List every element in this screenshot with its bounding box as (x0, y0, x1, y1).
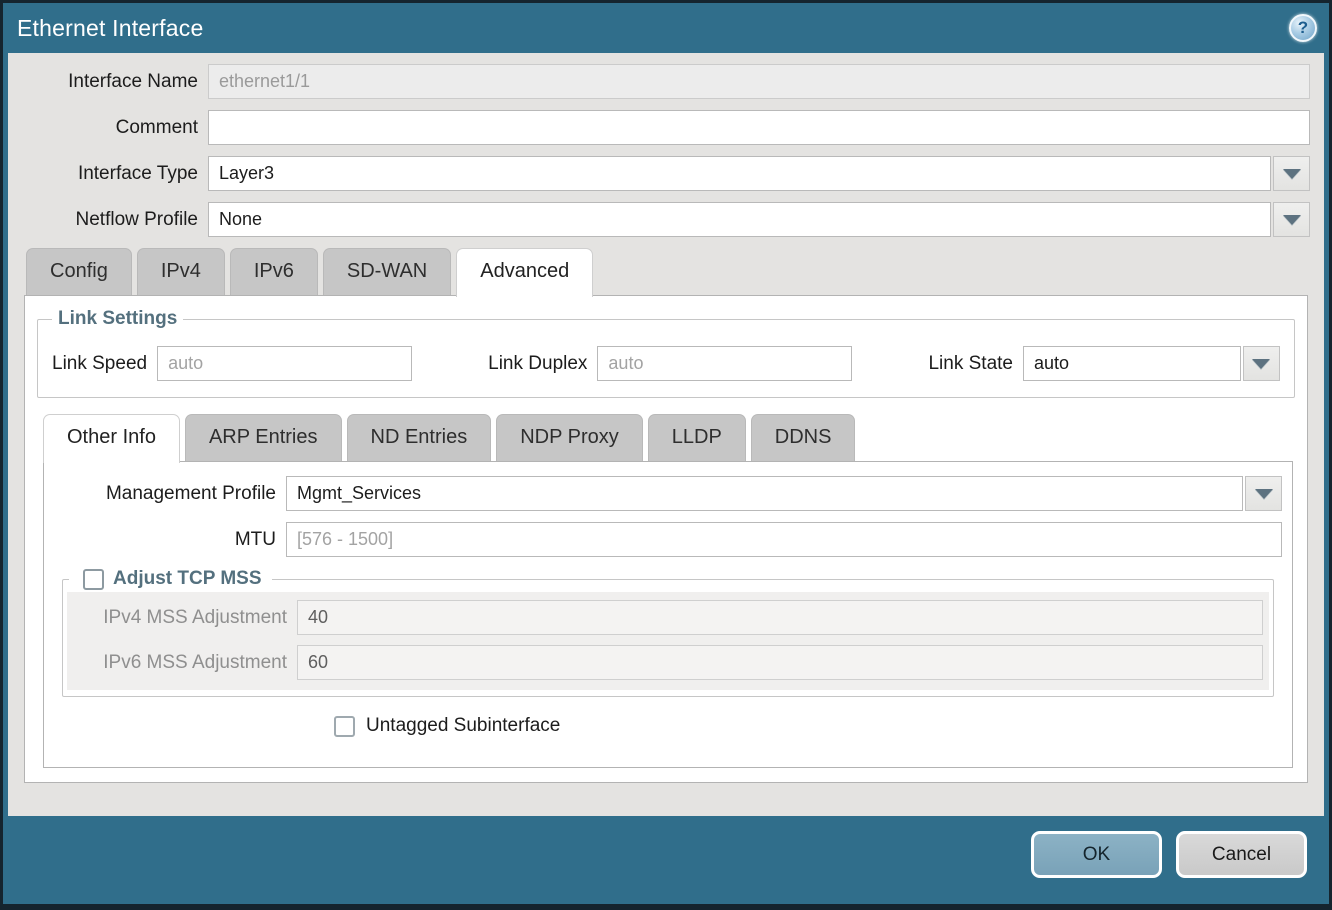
comment-field[interactable] (208, 110, 1310, 145)
link-settings-fieldset: Link Settings Link Speed Link Duplex Lin… (37, 308, 1295, 398)
adjust-tcp-mss-fieldset: Adjust TCP MSS IPv4 MSS Adjustment IPv6 … (62, 568, 1274, 697)
ipv6-mss-row: IPv6 MSS Adjustment (73, 645, 1263, 680)
adjust-tcp-mss-checkbox[interactable] (83, 569, 104, 590)
ipv4-mss-label: IPv4 MSS Adjustment (73, 607, 297, 629)
help-icon[interactable]: ? (1289, 14, 1317, 42)
tab-ipv6[interactable]: IPv6 (230, 248, 318, 295)
dialog-title: Ethernet Interface (17, 15, 203, 42)
untagged-subinterface-checkbox[interactable] (334, 716, 355, 737)
ipv4-mss-field (297, 600, 1263, 635)
comment-row: Comment (22, 110, 1310, 145)
link-speed-label: Link Speed (52, 353, 157, 375)
tab-ddns[interactable]: DDNS (751, 414, 856, 461)
tab-sdwan[interactable]: SD-WAN (323, 248, 451, 295)
interface-name-row: Interface Name (22, 64, 1310, 99)
chevron-down-icon (1283, 169, 1301, 179)
management-profile-dropdown-button[interactable] (1245, 476, 1282, 511)
management-profile-field[interactable] (286, 476, 1243, 511)
tab-nd-entries[interactable]: ND Entries (347, 414, 492, 461)
advanced-panel: Link Settings Link Speed Link Duplex Lin… (24, 295, 1308, 783)
management-profile-row: Management Profile (54, 476, 1282, 511)
untagged-subinterface-label: Untagged Subinterface (366, 715, 560, 737)
chevron-down-icon (1255, 489, 1273, 499)
interface-type-row: Interface Type (22, 156, 1310, 191)
tab-advanced[interactable]: Advanced (456, 248, 593, 297)
link-state-group: Link State (928, 346, 1280, 381)
management-profile-dropdown (286, 476, 1282, 511)
interface-type-dropdown (208, 156, 1310, 191)
link-settings-legend: Link Settings (52, 308, 183, 330)
dialog-footer: OK Cancel (3, 816, 1329, 904)
link-duplex-label: Link Duplex (488, 353, 597, 375)
untagged-subinterface-row: Untagged Subinterface (334, 715, 1282, 737)
ethernet-interface-dialog: Ethernet Interface ? Interface Name Comm… (0, 0, 1332, 910)
chevron-down-icon (1283, 215, 1301, 225)
interface-name-label: Interface Name (22, 71, 208, 93)
ipv6-mss-field (297, 645, 1263, 680)
adjust-tcp-mss-label: Adjust TCP MSS (113, 568, 262, 590)
comment-label: Comment (22, 117, 208, 139)
link-state-field[interactable] (1023, 346, 1241, 381)
netflow-profile-dropdown (208, 202, 1310, 237)
interface-name-field (208, 64, 1310, 99)
cancel-button[interactable]: Cancel (1176, 831, 1307, 878)
dialog-body: Interface Name Comment Interface Type Ne… (8, 53, 1324, 816)
link-duplex-group: Link Duplex (488, 346, 852, 381)
link-speed-field[interactable] (157, 346, 412, 381)
main-tabstrip: Config IPv4 IPv6 SD-WAN Advanced (22, 248, 1310, 295)
netflow-profile-label: Netflow Profile (22, 209, 208, 231)
link-speed-group: Link Speed (52, 346, 412, 381)
tab-ipv4[interactable]: IPv4 (137, 248, 225, 295)
interface-type-label: Interface Type (22, 163, 208, 185)
mtu-field[interactable] (286, 522, 1282, 557)
management-profile-label: Management Profile (54, 483, 286, 505)
mtu-row: MTU (54, 522, 1282, 557)
mtu-label: MTU (54, 529, 286, 551)
interface-type-dropdown-button[interactable] (1273, 156, 1310, 191)
link-state-dropdown-button[interactable] (1243, 346, 1280, 381)
other-info-tabstrip: Other Info ARP Entries ND Entries NDP Pr… (35, 414, 1297, 461)
ipv4-mss-row: IPv4 MSS Adjustment (73, 600, 1263, 635)
netflow-profile-row: Netflow Profile (22, 202, 1310, 237)
ok-button[interactable]: OK (1031, 831, 1162, 878)
tab-other-info[interactable]: Other Info (43, 414, 180, 463)
link-duplex-field[interactable] (597, 346, 852, 381)
mss-disabled-block: IPv4 MSS Adjustment IPv6 MSS Adjustment (67, 592, 1269, 690)
tab-arp-entries[interactable]: ARP Entries (185, 414, 342, 461)
netflow-profile-dropdown-button[interactable] (1273, 202, 1310, 237)
tab-ndp-proxy[interactable]: NDP Proxy (496, 414, 643, 461)
titlebar: Ethernet Interface ? (3, 3, 1329, 53)
ipv6-mss-label: IPv6 MSS Adjustment (73, 652, 297, 674)
link-state-label: Link State (928, 353, 1023, 375)
tab-config[interactable]: Config (26, 248, 132, 295)
chevron-down-icon (1252, 359, 1270, 369)
other-info-panel: Management Profile MTU (43, 461, 1293, 768)
link-state-dropdown (1023, 346, 1280, 381)
tab-lldp[interactable]: LLDP (648, 414, 746, 461)
netflow-profile-field[interactable] (208, 202, 1271, 237)
interface-type-field[interactable] (208, 156, 1271, 191)
